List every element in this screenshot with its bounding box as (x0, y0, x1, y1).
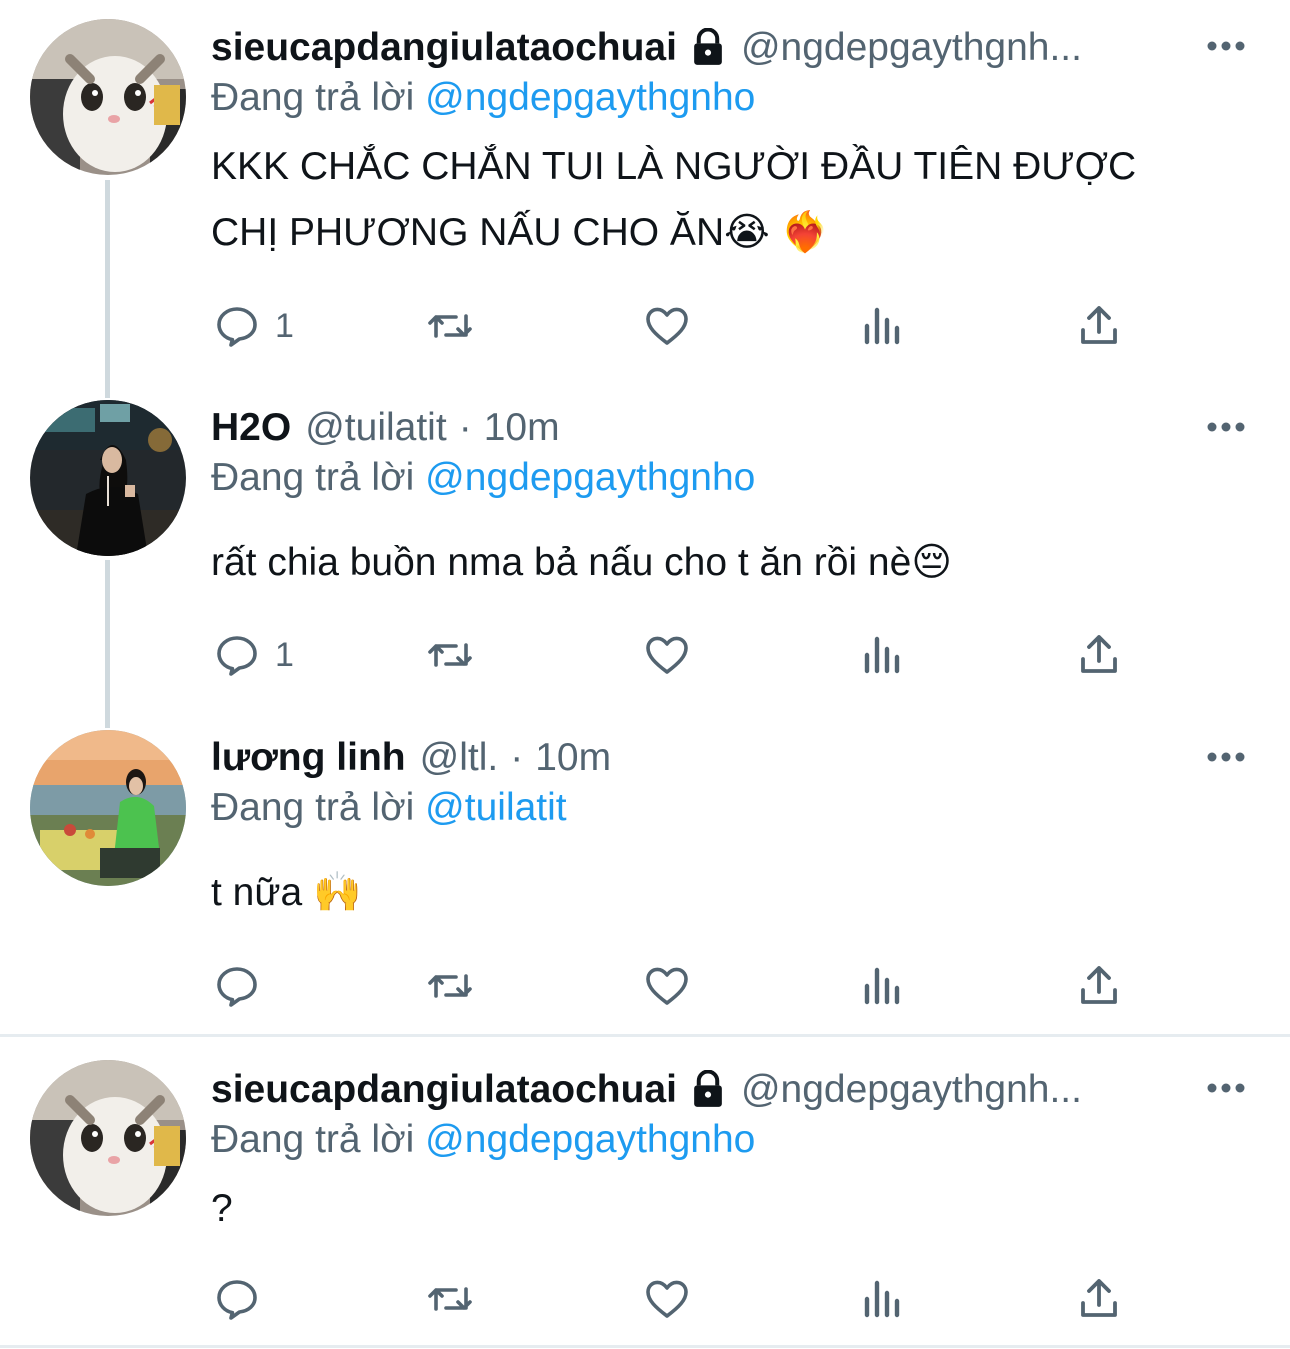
tweet-header: sieucapdangiulataochuai @ngdepgaythgnh..… (211, 1060, 1250, 1120)
reply-count: 1 (275, 306, 294, 345)
like-button[interactable] (643, 1271, 691, 1327)
tweet-header: sieucapdangiulataochuai @ngdepgaythgnh..… (211, 18, 1250, 78)
reply-button[interactable]: 1 (213, 627, 294, 683)
replying-to: Đang trả lời @tuilatit (211, 786, 567, 830)
views-button[interactable] (859, 298, 907, 354)
reply-button[interactable] (213, 1271, 275, 1327)
action-bar (211, 1271, 1141, 1327)
share-icon (1081, 966, 1117, 1004)
divider (0, 1034, 1290, 1037)
action-bar: 1 (211, 298, 1141, 354)
replying-prefix: Đang trả lời (211, 1118, 415, 1161)
handle[interactable]: @ngdepgaythgnh... (741, 26, 1082, 70)
views-icon (864, 967, 900, 1005)
retweet-icon (428, 643, 472, 667)
more-icon[interactable] (1206, 407, 1246, 447)
more-icon[interactable] (1206, 26, 1246, 66)
reply-icon (217, 1280, 257, 1320)
like-icon (646, 636, 688, 674)
like-button[interactable] (643, 958, 691, 1014)
handle[interactable]: @ltl. (420, 736, 499, 780)
replying-prefix: Đang trả lời (211, 76, 415, 119)
share-button[interactable] (1075, 298, 1123, 354)
avatar[interactable] (30, 730, 186, 886)
tweet[interactable]: sieucapdangiulataochuai @ngdepgaythgnh..… (0, 0, 1290, 380)
retweet-button[interactable] (427, 627, 475, 683)
share-button[interactable] (1075, 627, 1123, 683)
mention-link[interactable]: @ngdepgaythgnho (425, 456, 755, 499)
like-icon (646, 967, 688, 1005)
display-name[interactable]: sieucapdangiulataochuai (211, 1068, 677, 1112)
more-icon[interactable] (1206, 1068, 1246, 1108)
share-icon (1081, 635, 1117, 673)
girl-night-avatar (30, 400, 186, 556)
mention-link[interactable]: @ngdepgaythgnho (425, 76, 755, 119)
separator-dot: · (458, 406, 472, 449)
retweet-icon (428, 1287, 472, 1311)
replying-to: Đang trả lời @ngdepgaythgnho (211, 1118, 755, 1162)
timestamp[interactable]: 10m (484, 406, 560, 450)
replying-prefix: Đang trả lời (211, 786, 415, 829)
share-icon (1081, 306, 1117, 344)
replying-to: Đang trả lời @ngdepgaythgnho (211, 456, 755, 500)
mention-link[interactable]: @tuilatit (425, 786, 566, 829)
like-button[interactable] (643, 627, 691, 683)
tweet[interactable]: lương linh @ltl. · 10m Đang trả lời @tui… (0, 728, 1290, 1034)
handle[interactable]: @tuilatit (305, 406, 446, 450)
views-icon (864, 636, 900, 674)
reply-icon (217, 307, 257, 347)
retweet-icon (428, 314, 472, 338)
retweet-button[interactable] (427, 958, 475, 1014)
like-icon (646, 1280, 688, 1318)
reply-count: 1 (275, 635, 294, 674)
lock-icon (694, 28, 722, 65)
tweet-text: rất chia buồn nma bả nấu cho t ăn rồi nè… (211, 541, 952, 584)
more-icon[interactable] (1206, 737, 1246, 777)
avatar[interactable] (30, 1060, 186, 1216)
views-button[interactable] (859, 627, 907, 683)
action-bar (211, 958, 1141, 1014)
divider (0, 1345, 1290, 1348)
share-button[interactable] (1075, 958, 1123, 1014)
lock-icon (694, 1070, 722, 1107)
views-icon (864, 1280, 900, 1318)
display-name[interactable]: sieucapdangiulataochuai (211, 26, 677, 70)
girl-beach-avatar (30, 730, 186, 886)
replying-prefix: Đang trả lời (211, 456, 415, 499)
tweet[interactable]: sieucapdangiulataochuai @ngdepgaythgnh..… (0, 1040, 1290, 1340)
views-button[interactable] (859, 958, 907, 1014)
reply-button[interactable]: 1 (213, 298, 294, 354)
tweet[interactable]: H2O @tuilatit · 10m Đang trả lời @ngdepg… (0, 398, 1290, 728)
views-button[interactable] (859, 1271, 907, 1327)
like-button[interactable] (643, 298, 691, 354)
tweet-text: ? (211, 1187, 233, 1230)
reply-button[interactable] (213, 958, 275, 1014)
timestamp[interactable]: 10m (535, 736, 611, 780)
tweet-header: H2O @tuilatit · 10m (211, 398, 1250, 458)
action-bar: 1 (211, 627, 1141, 683)
mention-link[interactable]: @ngdepgaythgnho (425, 1118, 755, 1161)
cat-avatar (30, 19, 186, 175)
reply-icon (217, 967, 257, 1007)
cat-avatar (30, 1060, 186, 1216)
display-name[interactable]: H2O (211, 406, 291, 450)
tweet-text: KKK CHẮC CHẮN TUI LÀ NGƯỜI ĐẦU TIÊN ĐƯỢC… (211, 145, 1137, 254)
separator-dot: · (510, 736, 524, 779)
avatar[interactable] (30, 400, 186, 556)
avatar[interactable] (30, 19, 186, 175)
handle[interactable]: @ngdepgaythgnh... (741, 1068, 1082, 1112)
retweet-icon (428, 974, 472, 998)
retweet-button[interactable] (427, 298, 475, 354)
views-icon (864, 307, 900, 345)
like-icon (646, 307, 688, 345)
tweet-header: lương linh @ltl. · 10m (211, 728, 1250, 788)
share-icon (1081, 1279, 1117, 1317)
replying-to: Đang trả lời @ngdepgaythgnho (211, 76, 755, 120)
share-button[interactable] (1075, 1271, 1123, 1327)
reply-icon (217, 636, 257, 676)
tweet-text: t nữa 🙌 (211, 871, 362, 914)
retweet-button[interactable] (427, 1271, 475, 1327)
display-name[interactable]: lương linh (211, 736, 406, 780)
